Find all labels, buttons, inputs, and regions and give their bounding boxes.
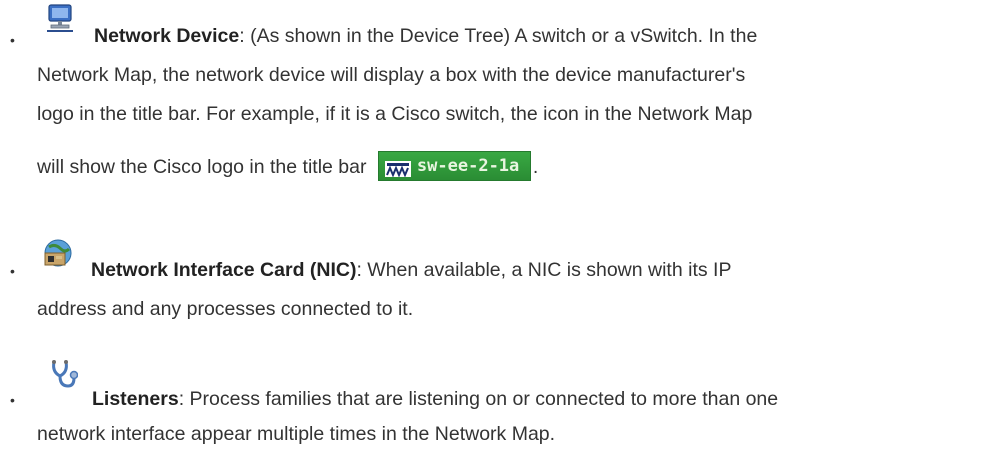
term-label: Network Interface Card (NIC) <box>91 259 357 281</box>
device-title-badge: sw-ee-2-1a <box>377 150 531 181</box>
text-line: Listeners: Process families that are lis… <box>92 380 778 419</box>
monitor-icon <box>44 3 76 49</box>
text-line: Network Interface Card (NIC): When avail… <box>91 251 731 290</box>
text-line: network interface appear multiple times … <box>37 423 556 445</box>
trailing-period: . <box>532 156 539 178</box>
document-page: • Network Device: (As shown in the Devic… <box>0 0 1003 454</box>
term-label: Listeners <box>92 388 179 410</box>
text-line: Network Map, the network device will dis… <box>37 64 746 86</box>
text-line: Network Device: (As shown in the Device … <box>94 17 757 56</box>
text-line: will show the Cisco logo in the title ba… <box>37 148 538 187</box>
nic-card-icon <box>41 237 75 283</box>
cisco-logo-icon <box>384 158 411 178</box>
description-text: : (As shown in the Device Tree) A switch… <box>239 25 758 47</box>
description-text: will show the Cisco logo in the title ba… <box>37 156 367 178</box>
bullet: • <box>10 263 15 279</box>
bullet: • <box>10 392 15 408</box>
text-line: address and any processes connected to i… <box>37 298 414 320</box>
bullet: • <box>10 32 15 48</box>
description-text: : When available, a NIC is shown with it… <box>356 259 732 281</box>
text-line: logo in the title bar. For example, if i… <box>37 103 753 125</box>
description-text: : Process families that are listening on… <box>178 388 779 410</box>
stethoscope-icon <box>48 358 79 406</box>
term-label: Network Device <box>94 25 240 47</box>
badge-label: sw-ee-2-1a <box>416 155 520 176</box>
